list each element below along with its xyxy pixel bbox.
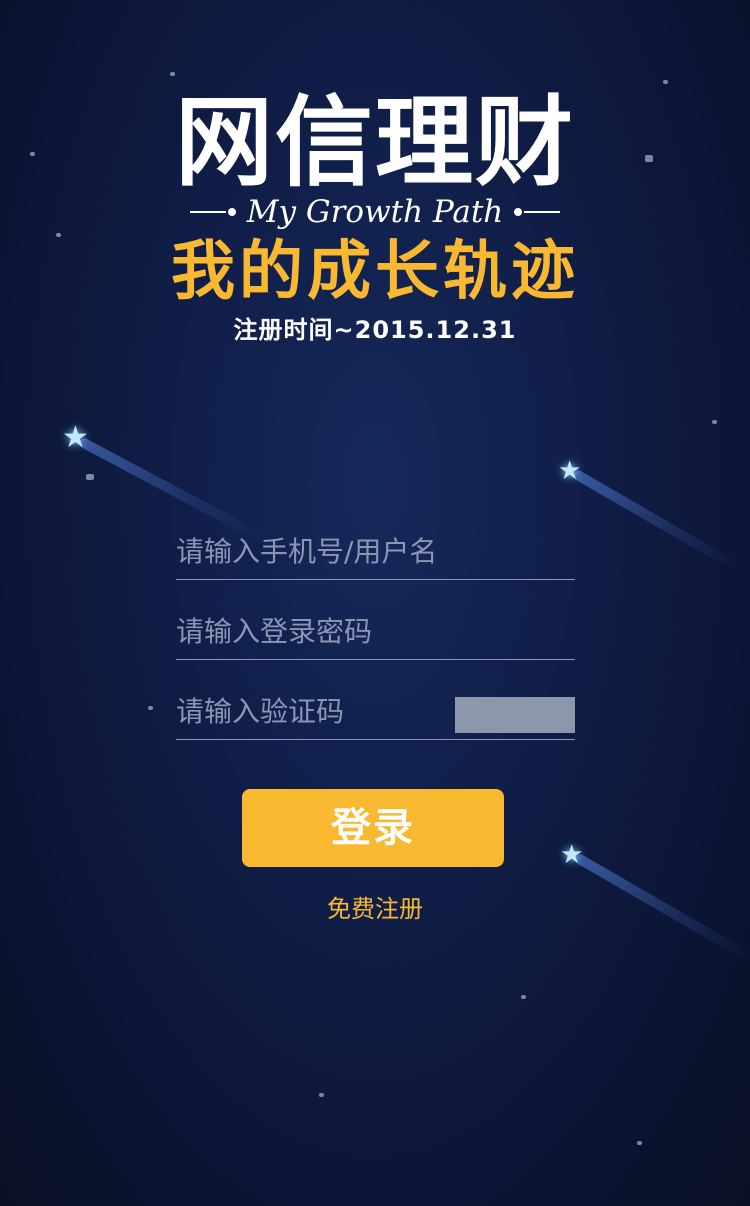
subtitle: My Growth Path	[246, 194, 504, 230]
background-speck	[148, 706, 153, 710]
username-field-wrapper	[176, 525, 575, 580]
register-link[interactable]: 免费注册	[0, 892, 750, 926]
captcha-input[interactable]	[176, 685, 436, 737]
background-speck	[712, 420, 717, 424]
subtitle-row: My Growth Path	[188, 192, 562, 232]
star-icon: ★	[560, 840, 584, 870]
password-field-wrapper	[176, 605, 575, 660]
star-icon: ★	[558, 456, 582, 486]
username-input[interactable]	[176, 525, 575, 577]
captcha-field-wrapper	[176, 685, 575, 740]
background-speck	[319, 1093, 324, 1097]
background-speck	[521, 995, 526, 999]
login-screen: ★ ★ ★ 网信理财 My Growth Path 我的成长轨迹 注册时间~20…	[0, 0, 750, 1206]
captcha-image[interactable]	[455, 697, 575, 733]
subtitle-divider-right	[524, 211, 560, 213]
subtitle-dot-right	[514, 208, 522, 216]
background-speck	[637, 1141, 642, 1145]
star-trail	[571, 468, 742, 573]
registration-date: 注册时间~2015.12.31	[233, 316, 517, 344]
password-input[interactable]	[176, 605, 575, 657]
star-icon: ★	[62, 420, 89, 455]
background-speck	[663, 80, 668, 84]
login-button[interactable]: 登录	[242, 789, 504, 867]
app-title: 网信理财	[174, 86, 575, 200]
background-speck	[170, 72, 175, 76]
tagline: 我的成长轨迹	[171, 235, 579, 309]
background-speck	[86, 474, 94, 480]
